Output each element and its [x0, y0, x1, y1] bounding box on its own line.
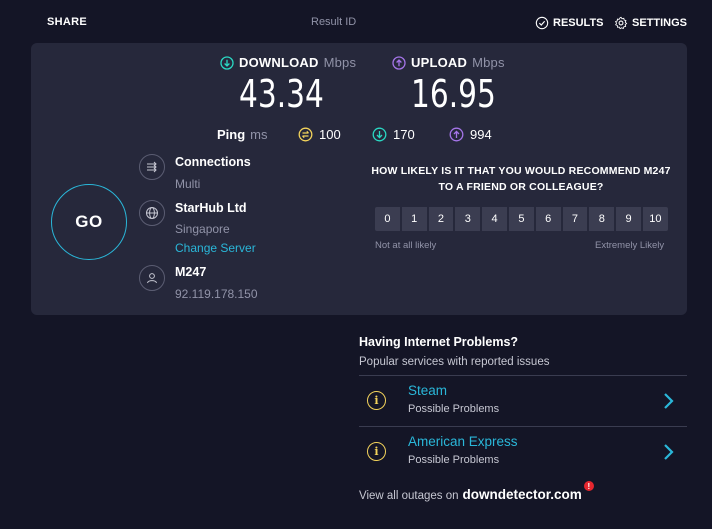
service-name: American Express — [408, 434, 518, 449]
user-provider: M247 — [175, 265, 207, 279]
downdetector-logo[interactable]: downdetector.com ! — [462, 481, 594, 502]
scale-option-8[interactable]: 8 — [588, 206, 616, 232]
connections-title: Connections — [175, 155, 251, 169]
scale-option-4[interactable]: 4 — [481, 206, 508, 232]
ping-download: 170 — [372, 127, 415, 142]
scale-option-9[interactable]: 9 — [615, 206, 642, 232]
scale-option-1[interactable]: 1 — [400, 206, 428, 232]
idle-latency-icon — [298, 127, 313, 142]
user-ip: 92.119.178.150 — [175, 287, 258, 301]
info-warning-icon: i — [367, 391, 386, 410]
view-all-text: View all outages on — [359, 490, 459, 502]
upload-header: UPLOAD Mbps — [392, 55, 505, 70]
view-all-outages[interactable]: View all outages on downdetector.com ! — [359, 481, 594, 502]
survey-question-line-2: TO A FRIEND OR COLLEAGUE? — [438, 181, 604, 193]
isp-location: Singapore — [175, 222, 230, 236]
gear-icon — [614, 16, 628, 30]
connections-icon — [139, 154, 165, 180]
share-button[interactable]: SHARE — [47, 16, 87, 28]
scale-option-10[interactable]: 10 — [641, 206, 669, 232]
survey-question-line-1: HOW LIKELY IS IT THAT YOU WOULD RECOMMEN… — [371, 165, 671, 177]
ping-row: Ping ms 100 170 994 — [217, 127, 492, 142]
problem-item[interactable]: i Steam Possible Problems — [359, 375, 687, 426]
scale-high-label: Extremely Likely — [595, 240, 665, 251]
result-id-label: Result ID — [311, 16, 357, 28]
scale-option-2[interactable]: 2 — [427, 206, 455, 232]
service-status: Possible Problems — [408, 403, 500, 415]
results-label: RESULTS — [553, 17, 604, 29]
survey-question: HOW LIKELY IS IT THAT YOU WOULD RECOMMEN… — [371, 163, 671, 195]
chevron-right-icon — [664, 393, 674, 409]
connections-value[interactable]: Multi — [175, 177, 200, 191]
isp-name: StarHub Ltd — [175, 201, 247, 215]
alert-badge-icon: ! — [583, 481, 594, 491]
download-header: DOWNLOAD Mbps — [220, 55, 356, 70]
top-bar: SHARE Result ID RESULTS SETTINGS — [0, 0, 712, 44]
user-icon — [139, 265, 165, 291]
download-unit: Mbps — [323, 55, 357, 70]
service-status: Possible Problems — [408, 454, 500, 466]
problem-item[interactable]: i American Express Possible Problems — [359, 426, 687, 477]
upload-arrow-icon — [392, 55, 406, 70]
download-latency-icon — [372, 127, 387, 142]
upload-unit: Mbps — [472, 55, 505, 70]
ping-label: Ping — [217, 127, 246, 142]
settings-button[interactable]: SETTINGS — [614, 16, 687, 30]
globe-icon — [139, 200, 165, 226]
recommend-scale: 0 1 2 3 4 5 6 7 8 9 10 — [374, 206, 669, 232]
problems-subtitle: Popular services with reported issues — [359, 356, 550, 368]
download-speed-value: 43.34 — [239, 72, 324, 116]
scale-option-5[interactable]: 5 — [507, 206, 535, 232]
go-button[interactable]: GO — [51, 184, 127, 260]
ping-upload: 994 — [449, 127, 492, 142]
problems-title: Having Internet Problems? — [359, 335, 519, 349]
results-button[interactable]: RESULTS — [535, 16, 604, 30]
service-name: Steam — [408, 383, 448, 398]
chevron-right-icon — [664, 444, 674, 460]
download-arrow-icon — [220, 55, 234, 70]
ping-idle-value: 100 — [319, 127, 341, 142]
info-warning-icon: i — [367, 442, 386, 461]
ping-download-value: 170 — [393, 127, 415, 142]
speedtest-panel: DOWNLOAD Mbps 43.34 UPLOAD Mbps 16.95 Pi… — [31, 43, 687, 315]
internet-problems-section: Having Internet Problems? Popular servic… — [359, 335, 687, 502]
scale-option-6[interactable]: 6 — [534, 206, 562, 232]
download-label: DOWNLOAD — [239, 55, 319, 70]
scale-option-3[interactable]: 3 — [454, 206, 482, 232]
upload-speed-value: 16.95 — [411, 72, 496, 116]
upload-latency-icon — [449, 127, 464, 142]
scale-option-0[interactable]: 0 — [374, 206, 401, 232]
scale-low-label: Not at all likely — [375, 240, 437, 251]
scale-option-7[interactable]: 7 — [561, 206, 589, 232]
downdetector-brand: downdetector.com — [462, 487, 582, 502]
ping-idle: 100 — [298, 127, 341, 142]
ping-unit: ms — [250, 127, 268, 142]
settings-label: SETTINGS — [632, 17, 688, 29]
change-server-link[interactable]: Change Server — [175, 241, 256, 255]
upload-label: UPLOAD — [411, 55, 468, 70]
ping-upload-value: 994 — [470, 127, 492, 142]
check-circle-icon — [535, 16, 549, 30]
